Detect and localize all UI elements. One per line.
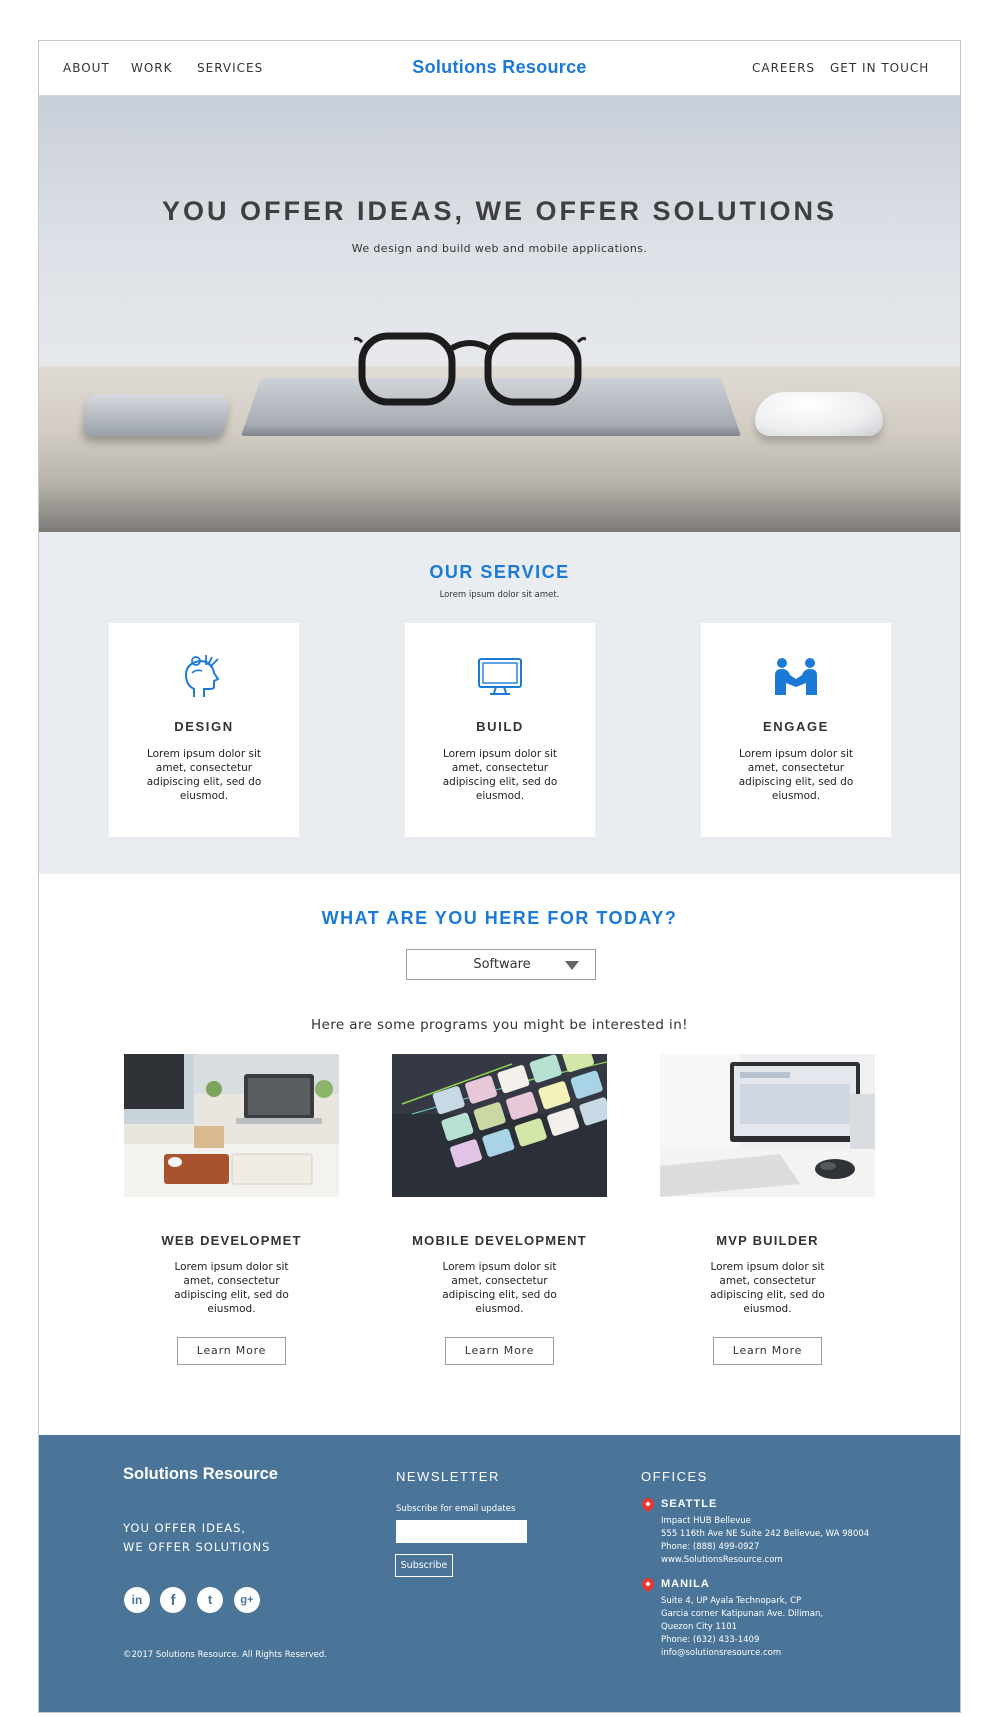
nav-careers[interactable]: CAREERS bbox=[752, 61, 815, 75]
office-desk-photo bbox=[660, 1054, 875, 1197]
copyright: ©2017 Solutions Resource. All Rights Res… bbox=[123, 1650, 327, 1660]
newsletter-label: Subscribe for email updates bbox=[396, 1504, 516, 1514]
hero-title: YOU OFFER IDEAS, WE OFFER SOLUTIONS bbox=[161, 196, 838, 226]
category-select[interactable]: Software bbox=[406, 949, 596, 980]
nav-get-in-touch[interactable]: GET IN TOUCH bbox=[830, 61, 929, 75]
phone-number: Phone: (888) 499-0927 bbox=[661, 1542, 760, 1552]
handshake-icon bbox=[775, 658, 817, 695]
program-text: Lorem ipsum dolor sit amet, consectetur … bbox=[710, 1261, 825, 1315]
service-card-text: Lorem ipsum dolor sit amet, consectetur … bbox=[442, 748, 558, 802]
location-pin-icon bbox=[639, 1495, 657, 1513]
footer-tagline-line1: YOU OFFER IDEAS, bbox=[123, 1521, 247, 1535]
head-ideas-icon bbox=[184, 655, 220, 697]
learn-more-button[interactable]: Learn More bbox=[177, 1337, 286, 1365]
newsletter-title: NEWSLETTER bbox=[396, 1469, 500, 1484]
monitor-icon bbox=[478, 658, 522, 695]
workspace-photo bbox=[124, 1054, 339, 1197]
address-line: 555 116th Ave NE Suite 242 Bellevue, WA … bbox=[661, 1529, 870, 1539]
facebook-icon[interactable]: f bbox=[160, 1587, 186, 1613]
service-card-text: Lorem ipsum dolor sit amet, consectetur … bbox=[146, 748, 262, 802]
newsletter-email-input[interactable] bbox=[396, 1520, 527, 1543]
office-city-manila: MANILA bbox=[661, 1578, 710, 1590]
hero-phone-image bbox=[82, 394, 230, 436]
program-card-mobile: MOBILE DEVELOPMENT Lorem ipsum dolor sit… bbox=[392, 1054, 607, 1374]
learn-more-button[interactable]: Learn More bbox=[445, 1337, 554, 1365]
linkedin-icon[interactable]: in bbox=[124, 1587, 150, 1613]
program-card-mvp: MVP BUILDER Lorem ipsum dolor sit amet, … bbox=[660, 1054, 875, 1374]
subscribe-button[interactable]: Subscribe bbox=[395, 1554, 453, 1577]
program-title: MOBILE DEVELOPMENT bbox=[412, 1233, 587, 1248]
google-plus-icon[interactable]: g+ bbox=[234, 1587, 260, 1613]
service-card-design: DESIGN Lorem ipsum dolor sit amet, conse… bbox=[109, 623, 299, 837]
phone-number: Phone: (632) 433-1409 bbox=[661, 1635, 760, 1645]
program-text: Lorem ipsum dolor sit amet, consectetur … bbox=[174, 1261, 289, 1315]
programs-lead: Here are some programs you might be inte… bbox=[311, 1017, 688, 1033]
program-text: Lorem ipsum dolor sit amet, consectetur … bbox=[442, 1261, 557, 1315]
triangle-down-icon bbox=[565, 961, 579, 970]
program-card-web: WEB DEVELOPMET Lorem ipsum dolor sit ame… bbox=[124, 1054, 339, 1374]
page-frame: ABOUT WORK SERVICES Solutions Resource C… bbox=[38, 40, 961, 1713]
service-subtitle: Lorem ipsum dolor sit amet. bbox=[439, 590, 560, 600]
service-title: OUR SERVICE bbox=[429, 562, 570, 582]
pad-controller-photo bbox=[392, 1054, 607, 1197]
hero-glasses-image bbox=[354, 332, 586, 406]
office-address-seattle: Impact HUB Bellevue 555 116th Ave NE Sui… bbox=[661, 1515, 869, 1567]
program-title: WEB DEVELOPMET bbox=[161, 1233, 302, 1248]
email-link[interactable]: info@solutionsresource.com bbox=[661, 1647, 823, 1660]
service-card-build: BUILD Lorem ipsum dolor sit amet, consec… bbox=[405, 623, 595, 837]
office-address-manila: Suite 4, UP Ayala Technopark, CP Garcia … bbox=[661, 1595, 823, 1660]
address-line: Impact HUB Bellevue bbox=[661, 1516, 751, 1526]
footer-tagline-line2: WE OFFER SOLUTIONS bbox=[123, 1540, 271, 1554]
footer: Solutions Resource YOU OFFER IDEAS, WE O… bbox=[39, 1435, 960, 1712]
website-link[interactable]: www.SolutionsResource.com bbox=[661, 1554, 869, 1567]
address-line: Garcia corner Katipunan Ave. Diliman, bbox=[661, 1609, 824, 1619]
twitter-icon[interactable]: t bbox=[197, 1587, 223, 1613]
hero-banner: YOU OFFER IDEAS, WE OFFER SOLUTIONS We d… bbox=[39, 96, 960, 532]
offices-title: OFFICES bbox=[641, 1469, 708, 1484]
learn-more-button[interactable]: Learn More bbox=[713, 1337, 822, 1365]
location-pin-icon bbox=[639, 1575, 657, 1593]
address-line: Suite 4, UP Ayala Technopark, CP bbox=[661, 1596, 802, 1606]
service-card-text: Lorem ipsum dolor sit amet, consectetur … bbox=[738, 748, 854, 802]
service-section: OUR SERVICE Lorem ipsum dolor sit amet. … bbox=[39, 532, 960, 874]
footer-brand-logo[interactable]: Solutions Resource bbox=[123, 1465, 278, 1484]
service-card-engage: ENGAGE Lorem ipsum dolor sit amet, conse… bbox=[701, 623, 891, 837]
service-card-title: BUILD bbox=[476, 719, 524, 734]
hero-mouse-image bbox=[755, 392, 883, 436]
service-card-title: ENGAGE bbox=[763, 719, 829, 734]
service-card-title: DESIGN bbox=[174, 719, 234, 734]
office-city-seattle: SEATTLE bbox=[661, 1498, 718, 1510]
address-line: Quezon City 1101 bbox=[661, 1622, 738, 1632]
hero-subtitle: We design and build web and mobile appli… bbox=[351, 242, 648, 255]
brand-logo[interactable]: Solutions Resource bbox=[39, 57, 960, 78]
program-title: MVP BUILDER bbox=[716, 1233, 819, 1248]
programs-title: WHAT ARE YOU HERE FOR TODAY? bbox=[321, 908, 678, 928]
top-navigation: ABOUT WORK SERVICES Solutions Resource C… bbox=[39, 41, 960, 96]
programs-section: WHAT ARE YOU HERE FOR TODAY? Software He… bbox=[39, 874, 960, 1412]
